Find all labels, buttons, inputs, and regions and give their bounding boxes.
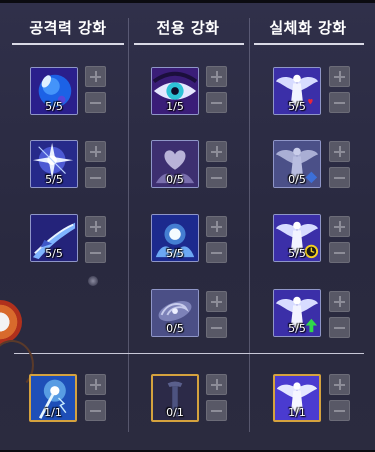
minus-button[interactable]	[206, 400, 227, 421]
plus-button[interactable]	[329, 66, 350, 87]
plus-button[interactable]	[329, 374, 350, 395]
plus-button[interactable]	[85, 216, 106, 237]
skill-slot-bottom-realize[interactable]: 1/1	[273, 374, 321, 422]
panel-top-edge	[0, 0, 375, 3]
plus-button[interactable]	[206, 374, 227, 395]
plus-button[interactable]	[206, 141, 227, 162]
plus-button[interactable]	[329, 141, 350, 162]
minus-button[interactable]	[85, 167, 106, 188]
skill-slot-bottom-attack[interactable]: 1/1	[29, 374, 77, 422]
skill-level: 5/5	[288, 100, 306, 113]
skill-level: 0/5	[166, 173, 184, 186]
plus-button[interactable]	[206, 66, 227, 87]
skill-slot-realize-3[interactable]: 5/5	[273, 214, 321, 262]
skill-slot-exclusive-3[interactable]: 5/5	[151, 214, 199, 262]
plus-button[interactable]	[206, 291, 227, 312]
section-divider	[14, 353, 364, 354]
header-underline	[254, 43, 364, 45]
plus-button[interactable]	[85, 66, 106, 87]
plus-button[interactable]	[85, 374, 106, 395]
skill-slot-attack-2[interactable]: 5/5	[30, 140, 78, 188]
minus-button[interactable]	[206, 92, 227, 113]
skill-slot-exclusive-2[interactable]: 0/5	[151, 140, 199, 188]
skill-slot-attack-1[interactable]: 5/5	[30, 67, 78, 115]
minus-button[interactable]	[329, 317, 350, 338]
minus-button[interactable]	[329, 400, 350, 421]
plus-button[interactable]	[85, 141, 106, 162]
skill-level: 5/5	[166, 247, 184, 260]
skill-level: 0/5	[288, 173, 306, 186]
column-divider	[249, 18, 250, 432]
skill-level: 0/1	[166, 406, 184, 419]
minus-button[interactable]	[85, 400, 106, 421]
skill-slot-realize-1[interactable]: 5/5	[273, 67, 321, 115]
character-art	[0, 300, 22, 344]
skill-level: 5/5	[45, 100, 63, 113]
skill-level: 0/5	[166, 322, 184, 335]
minus-button[interactable]	[206, 167, 227, 188]
header-exclusive-enhance: 전용 강화	[156, 19, 220, 37]
skill-slot-exclusive-1[interactable]: 1/5	[151, 67, 199, 115]
plus-button[interactable]	[329, 291, 350, 312]
skill-slot-realize-2[interactable]: 0/5	[273, 140, 321, 188]
skill-level: 1/1	[44, 406, 62, 419]
skill-slot-exclusive-4[interactable]: 0/5	[151, 289, 199, 337]
skill-level: 1/1	[288, 406, 306, 419]
minus-button[interactable]	[206, 242, 227, 263]
skill-slot-realize-4[interactable]: 5/5	[273, 289, 321, 337]
skill-level: 1/5	[166, 100, 184, 113]
header-attack-enhance: 공격력 강화	[29, 19, 107, 37]
skill-level: 5/5	[288, 322, 306, 335]
skill-slot-attack-3[interactable]: 5/5	[30, 214, 78, 262]
skill-level: 5/5	[45, 247, 63, 260]
minus-button[interactable]	[85, 92, 106, 113]
skill-enhancement-panel: 공격력 강화 전용 강화 실체화 강화 5/5 5/5 5/5 1/5 0/5 …	[0, 0, 375, 452]
header-underline	[12, 43, 124, 45]
column-divider	[128, 18, 129, 432]
skill-level: 5/5	[45, 173, 63, 186]
header-realize-enhance: 실체화 강화	[269, 19, 347, 37]
minus-button[interactable]	[329, 167, 350, 188]
plus-button[interactable]	[206, 216, 227, 237]
minus-button[interactable]	[329, 92, 350, 113]
minus-button[interactable]	[206, 317, 227, 338]
skill-level: 5/5	[288, 247, 306, 260]
skill-slot-bottom-exclusive[interactable]: 0/1	[151, 374, 199, 422]
plus-button[interactable]	[329, 216, 350, 237]
header-underline	[134, 43, 244, 45]
minus-button[interactable]	[329, 242, 350, 263]
sparkle-decoration	[88, 276, 98, 286]
minus-button[interactable]	[85, 242, 106, 263]
